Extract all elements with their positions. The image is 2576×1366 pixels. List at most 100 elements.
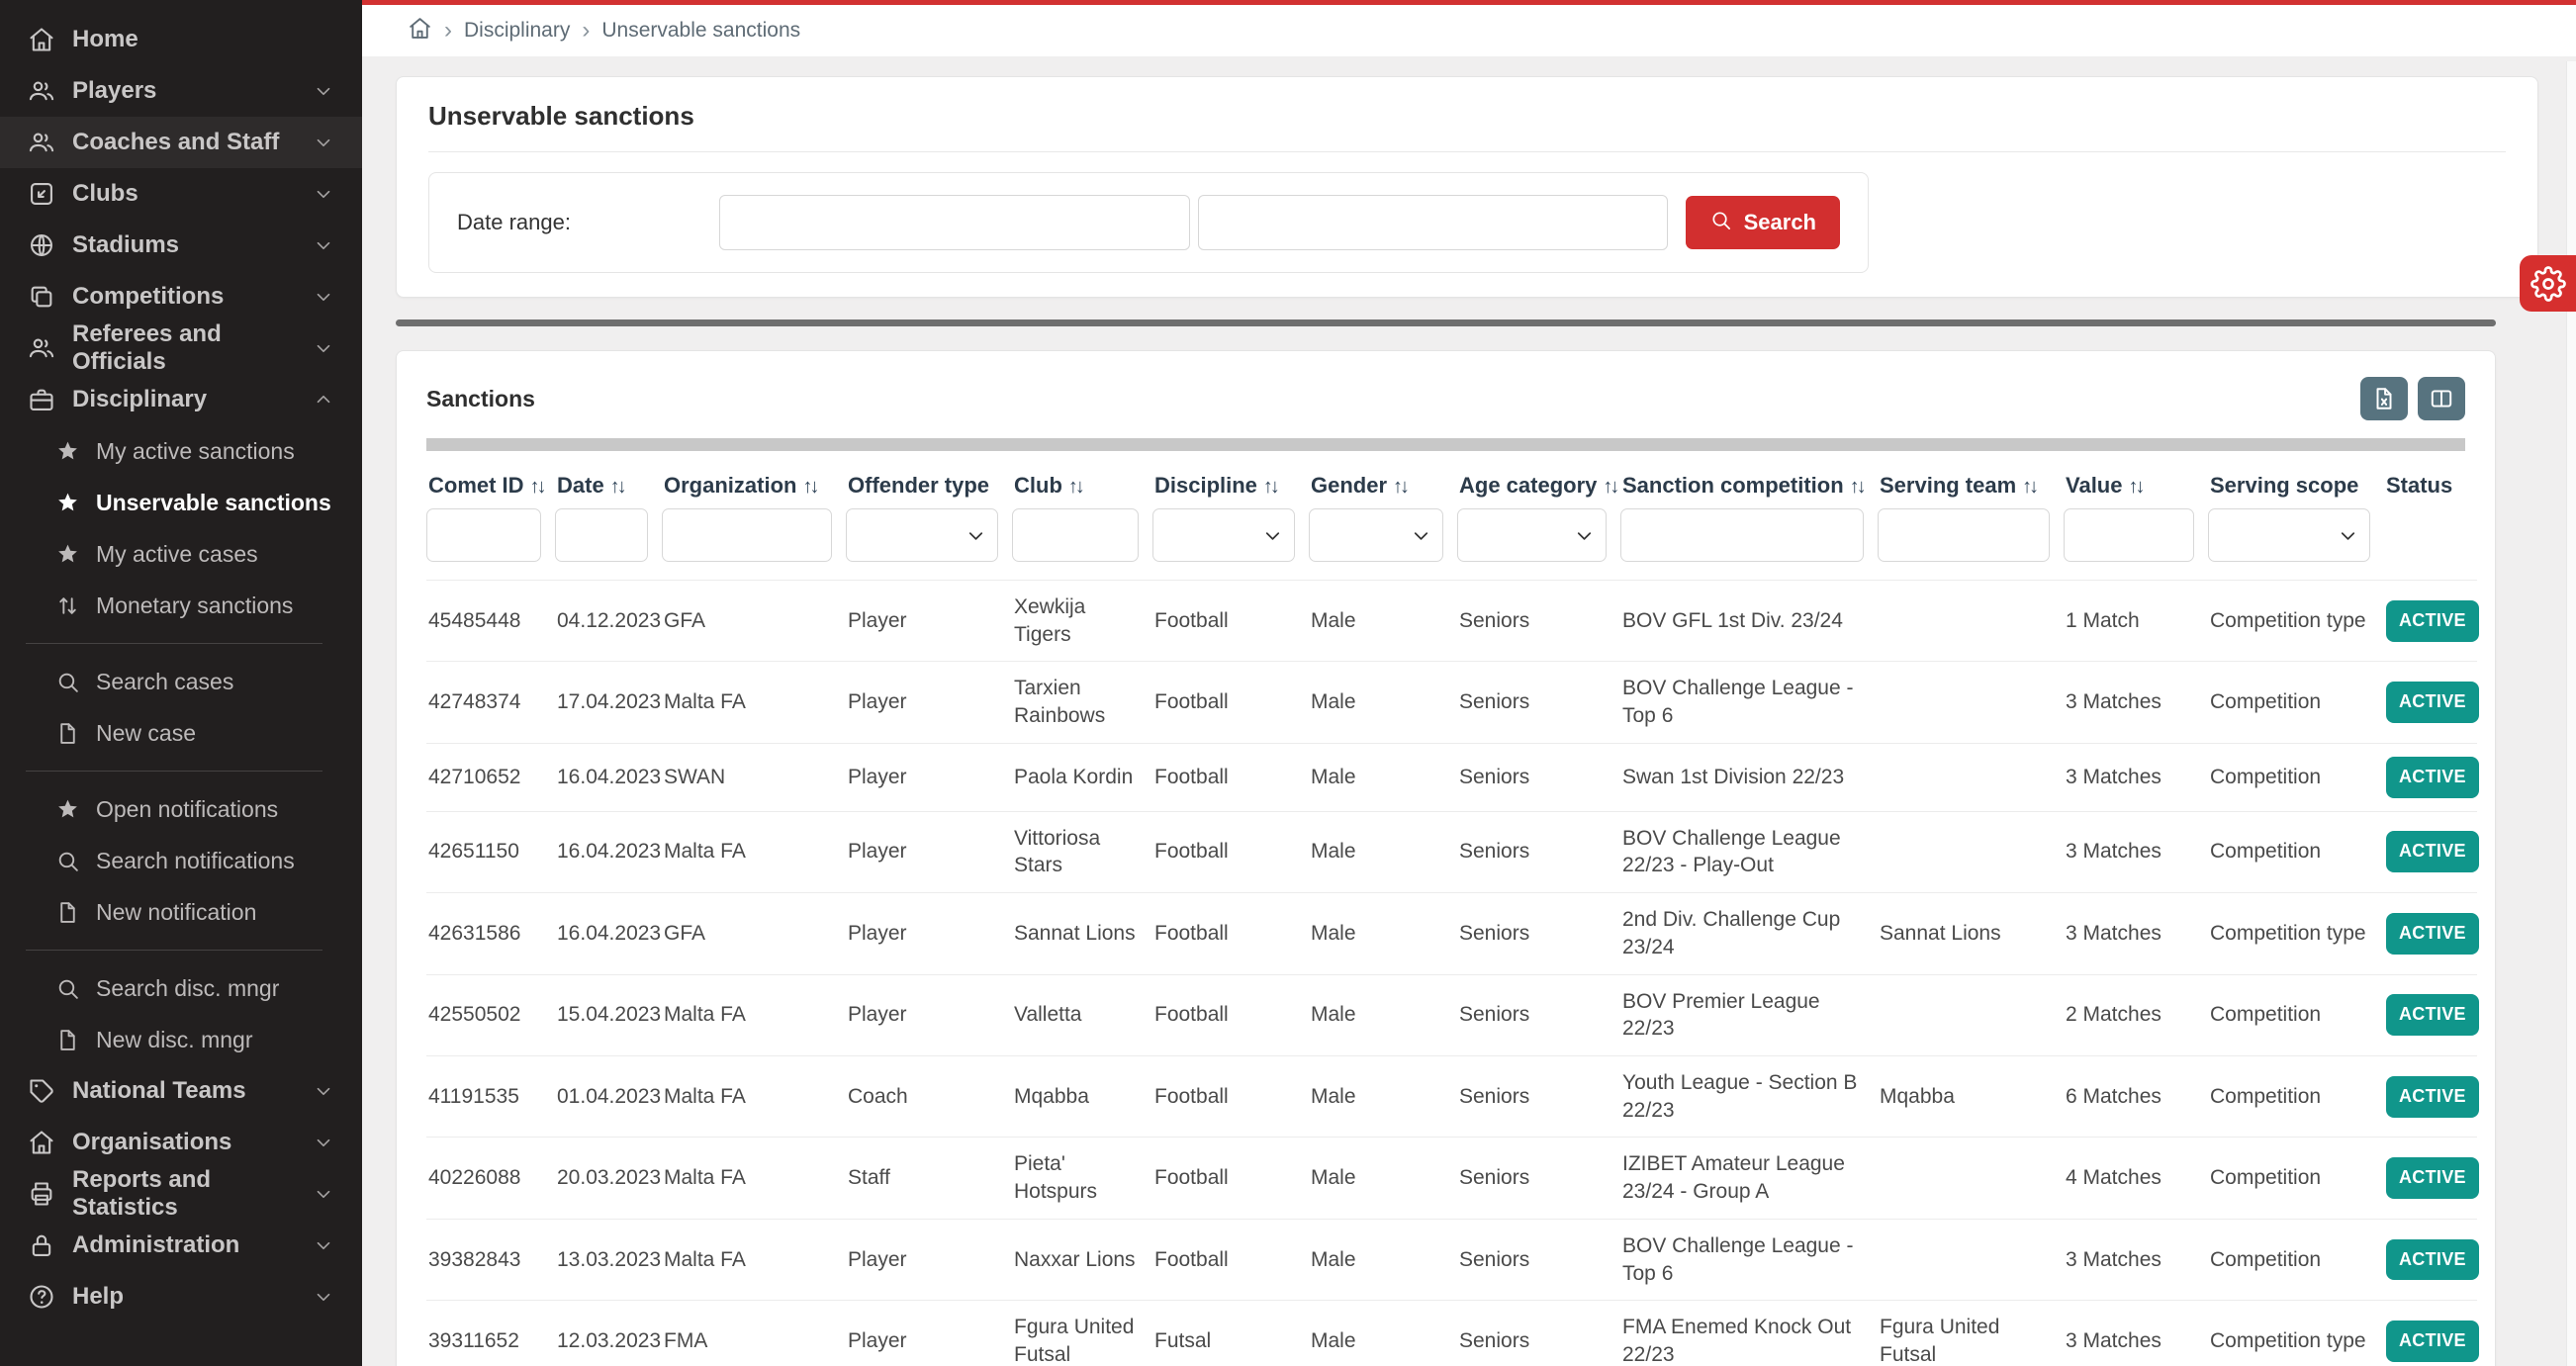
filter-select-gender[interactable] [1309, 508, 1443, 562]
filter-input-club[interactable] [1012, 508, 1139, 562]
sidebar-item-players[interactable]: Players [0, 65, 362, 117]
filter-input-organization[interactable] [662, 508, 832, 562]
table-row[interactable]: 4548544804.12.2023GFAPlayerXewkija Tiger… [426, 581, 2477, 662]
sidebar-item-new-disc-mngr[interactable]: New disc. mngr [0, 1014, 362, 1065]
table-row[interactable]: 4255050215.04.2023Malta FAPlayerValletta… [426, 974, 2477, 1055]
table-row[interactable]: 4265115016.04.2023Malta FAPlayerVittorio… [426, 811, 2477, 892]
organisation-icon [28, 1129, 55, 1156]
cell-date: 12.03.2023 [555, 1301, 662, 1366]
column-header-organization[interactable]: Organization↑↓ [662, 451, 846, 502]
sanctions-title: Sanctions [426, 386, 535, 412]
status-badge: ACTIVE [2386, 1320, 2479, 1362]
sidebar-item-monetary-sanctions[interactable]: Monetary sanctions [0, 580, 362, 631]
sidebar-item-search-cases[interactable]: Search cases [0, 656, 362, 707]
cell-comet-id: 39311652 [426, 1301, 555, 1366]
column-header-discipline[interactable]: Discipline↑↓ [1152, 451, 1309, 502]
column-header-sanction-competition[interactable]: Sanction competition↑↓ [1620, 451, 1878, 502]
cell-comet-id: 42550502 [426, 974, 555, 1055]
sidebar-item-stadiums[interactable]: Stadiums [0, 220, 362, 271]
cell-serving-scope: Competition [2208, 662, 2384, 743]
date-from-input[interactable] [719, 195, 1189, 250]
cell-gender: Male [1309, 811, 1457, 892]
cell-serving-team [1878, 1138, 2064, 1219]
cell-club: Vittoriosa Stars [1012, 811, 1152, 892]
chevron-down-icon [1261, 524, 1284, 547]
sidebar-item-help[interactable]: Help [0, 1271, 362, 1322]
table-row[interactable]: 3931165212.03.2023FMAPlayerFgura United … [426, 1301, 2477, 1366]
sidebar-item-open-notifications[interactable]: Open notifications [0, 783, 362, 835]
sidebar-item-label: Unservable sanctions [96, 490, 331, 516]
sidebar-item-competitions[interactable]: Competitions [0, 271, 362, 322]
sidebar-item-referees-and-officials[interactable]: Referees and Officials [0, 322, 362, 374]
table-row[interactable]: 4271065216.04.2023SWANPlayerPaola Kordin… [426, 743, 2477, 811]
breadcrumb-disciplinary[interactable]: Disciplinary [464, 19, 570, 43]
sidebar-item-new-case[interactable]: New case [0, 707, 362, 759]
filter-select-offender-type[interactable] [846, 508, 998, 562]
column-header-serving-team[interactable]: Serving team↑↓ [1878, 451, 2064, 502]
column-header-comet-id[interactable]: Comet ID↑↓ [426, 451, 555, 502]
cell-offender-type: Player [846, 974, 1012, 1055]
date-to-input[interactable] [1198, 195, 1668, 250]
column-header-age-category[interactable]: Age category↑↓ [1457, 451, 1620, 502]
table-row[interactable]: 4119153501.04.2023Malta FACoachMqabbaFoo… [426, 1055, 2477, 1137]
chevron-down-icon [313, 337, 334, 359]
sidebar-item-national-teams[interactable]: National Teams [0, 1065, 362, 1117]
filter-input-date[interactable] [555, 508, 648, 562]
table-scrollbar-track[interactable] [426, 438, 2465, 451]
table-row[interactable]: 4263158616.04.2023GFAPlayerSannat LionsF… [426, 893, 2477, 974]
sidebar-item-search-notifications[interactable]: Search notifications [0, 835, 362, 886]
column-settings-button[interactable] [2418, 377, 2465, 420]
column-header-gender[interactable]: Gender↑↓ [1309, 451, 1457, 502]
filter-select-serving-scope[interactable] [2208, 508, 2370, 562]
sidebar-item-home[interactable]: Home [0, 14, 362, 65]
sidebar-item-administration[interactable]: Administration [0, 1220, 362, 1271]
search-icon [55, 976, 80, 1001]
breadcrumb-separator: › [444, 19, 452, 43]
column-header-date[interactable]: Date↑↓ [555, 451, 662, 502]
chevron-up-icon [313, 389, 334, 410]
excel-export-icon [2371, 386, 2397, 411]
table-row[interactable]: 4022608820.03.2023Malta FAStaffPieta' Ho… [426, 1138, 2477, 1219]
excel-export-button[interactable] [2360, 377, 2408, 420]
sidebar-item-new-notification[interactable]: New notification [0, 886, 362, 938]
table-row[interactable]: 4274837417.04.2023Malta FAPlayerTarxien … [426, 662, 2477, 743]
sidebar-item-my-active-cases[interactable]: My active cases [0, 528, 362, 580]
column-header-club[interactable]: Club↑↓ [1012, 451, 1152, 502]
cell-serving-scope: Competition [2208, 1055, 2384, 1137]
cell-value: 3 Matches [2064, 893, 2208, 974]
settings-gear-button[interactable] [2520, 255, 2576, 312]
cell-organization: Malta FA [662, 1055, 846, 1137]
cell-value: 2 Matches [2064, 974, 2208, 1055]
search-button[interactable]: Search [1686, 196, 1840, 249]
sidebar-item-disciplinary[interactable]: Disciplinary [0, 374, 362, 425]
cell-serving-team [1878, 974, 2064, 1055]
cell-discipline: Football [1152, 662, 1309, 743]
sidebar-item-organisations[interactable]: Organisations [0, 1117, 362, 1168]
cell-sanction-competition: IZIBET Amateur League 23/24 - Group A [1620, 1138, 1878, 1219]
star-icon [55, 491, 80, 515]
sidebar-item-label: Clubs [72, 180, 138, 208]
filter-input-serving-team[interactable] [1878, 508, 2050, 562]
search-icon [55, 670, 80, 694]
help-icon [28, 1283, 55, 1311]
filter-select-discipline[interactable] [1152, 508, 1295, 562]
sidebar-item-my-active-sanctions[interactable]: My active sanctions [0, 425, 362, 477]
filter-input-value[interactable] [2064, 508, 2194, 562]
sidebar-item-clubs[interactable]: Clubs [0, 168, 362, 220]
filter-input-comet-id[interactable] [426, 508, 541, 562]
column-header-value[interactable]: Value↑↓ [2064, 451, 2208, 502]
cell-serving-scope: Competition type [2208, 581, 2384, 662]
cell-sanction-competition: 2nd Div. Challenge Cup 23/24 [1620, 893, 1878, 974]
breadcrumb-home-icon[interactable] [408, 16, 432, 46]
cell-value: 1 Match [2064, 581, 2208, 662]
sidebar-item-reports-and-statistics[interactable]: Reports and Statistics [0, 1168, 362, 1220]
table-row[interactable]: 3938284313.03.2023Malta FAPlayerNaxxar L… [426, 1219, 2477, 1300]
filter-input-sanction-competition[interactable] [1620, 508, 1864, 562]
sidebar-item-search-disc-mngr[interactable]: Search disc. mngr [0, 962, 362, 1014]
filter-select-age-category[interactable] [1457, 508, 1607, 562]
column-header-status: Status [2384, 451, 2477, 502]
sidebar-item-coaches-and-staff[interactable]: Coaches and Staff [0, 117, 362, 168]
sidebar-item-unservable-sanctions[interactable]: Unservable sanctions [0, 477, 362, 528]
cell-discipline: Football [1152, 1138, 1309, 1219]
horizontal-scrollbar[interactable] [396, 319, 2496, 326]
